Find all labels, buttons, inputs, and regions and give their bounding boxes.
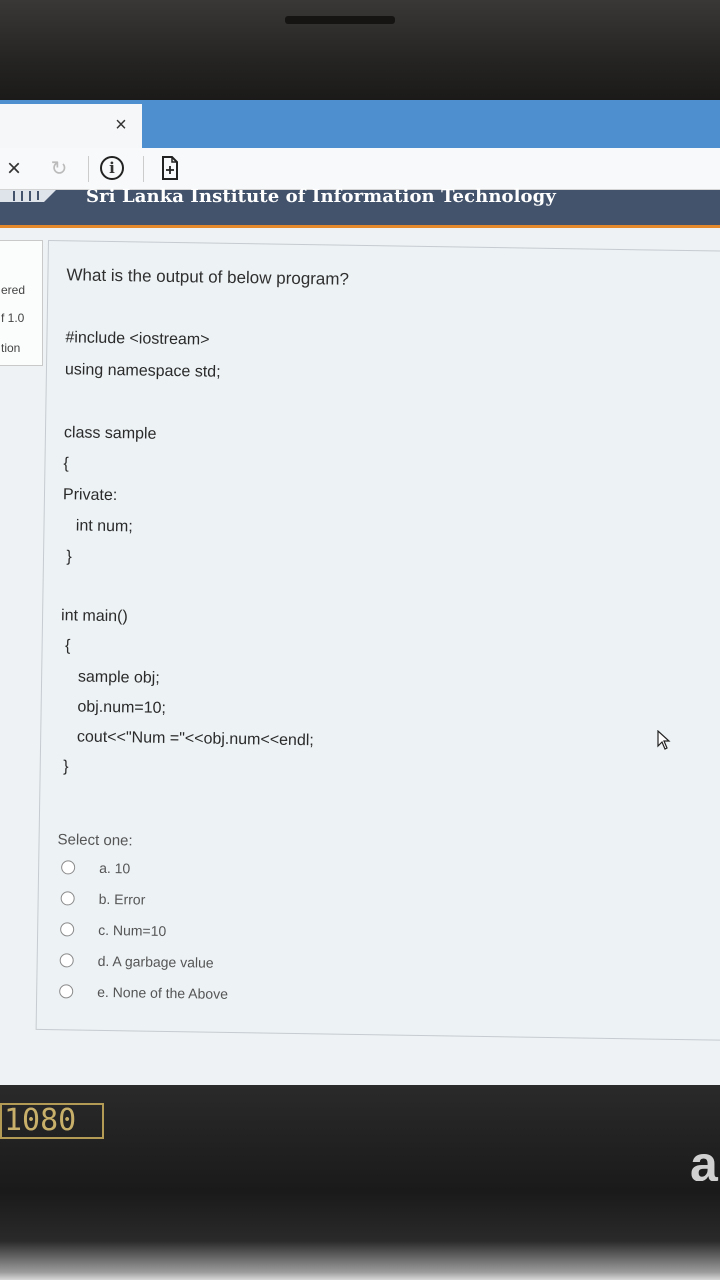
reload-icon[interactable]: ↻ — [48, 156, 70, 182]
code-line: } — [61, 548, 72, 566]
display-badge: 1080 — [0, 1103, 104, 1139]
code-line: { — [63, 455, 69, 473]
code-line: #include <iostream> — [65, 329, 210, 349]
answer-option-d[interactable]: d. A garbage value — [59, 949, 214, 973]
radio-button[interactable] — [59, 984, 74, 999]
code-line: cout<<"Num ="<<obj.num<<endl; — [59, 728, 314, 750]
side-info-status: ered — [1, 283, 26, 297]
question-prompt: What is the output of below program? — [66, 265, 350, 289]
page-add-icon — [162, 156, 178, 180]
quiz-info-panel: ered f 1.0 tion — [0, 240, 43, 366]
code-line: sample obj; — [60, 668, 160, 687]
code-line: class sample — [63, 424, 157, 443]
radio-button[interactable] — [59, 953, 74, 968]
option-label: c. Num=10 — [98, 921, 167, 939]
side-info-mark: f 1.0 — [1, 311, 25, 325]
tab-bar: × — [0, 100, 720, 148]
site-info-button[interactable]: i — [100, 156, 126, 182]
code-line: { — [60, 637, 71, 655]
institute-logo — [0, 190, 56, 202]
browser-screen: × × ↻ i Sri Lanka Institute of Informati… — [0, 100, 720, 1085]
radio-button[interactable] — [60, 922, 75, 937]
page-action-button[interactable] — [160, 156, 180, 182]
side-info-flag: tion — [1, 341, 21, 355]
camera-notch — [285, 16, 395, 24]
radio-button[interactable] — [60, 891, 75, 906]
toolbar-divider — [143, 156, 144, 182]
tab-close-icon[interactable]: × — [110, 114, 132, 136]
option-label: a. 10 — [99, 859, 131, 877]
browser-tab[interactable]: × — [0, 104, 142, 148]
laptop-bottom-bezel: 1080 a — [0, 1085, 720, 1280]
answer-option-e[interactable]: e. None of the Above — [59, 980, 228, 1005]
answer-option-b[interactable]: b. Error — [60, 887, 145, 910]
browser-toolbar: × ↻ i — [0, 148, 720, 190]
code-line: int num; — [62, 517, 133, 536]
code-line: int main() — [60, 607, 128, 626]
stop-icon[interactable]: × — [2, 156, 26, 182]
select-one-label: Select one: — [57, 831, 133, 850]
question-card: What is the output of below program? #in… — [35, 240, 720, 1041]
option-label: b. Error — [98, 890, 146, 908]
radio-button[interactable] — [61, 860, 76, 875]
site-title: Sri Lanka Institute of Information Techn… — [86, 186, 556, 207]
code-line: Private: — [62, 486, 118, 505]
code-line: obj.num=10; — [59, 698, 167, 717]
code-line: } — [58, 758, 69, 776]
laptop-top-bezel — [0, 0, 720, 100]
toolbar-divider — [88, 156, 89, 182]
code-line: using namespace std; — [64, 361, 221, 381]
site-header: Sri Lanka Institute of Information Techn… — [0, 186, 720, 228]
answer-option-c[interactable]: c. Num=10 — [60, 918, 166, 942]
info-icon: i — [100, 156, 124, 180]
answer-option-a[interactable]: a. 10 — [61, 856, 130, 879]
mouse-cursor-icon — [657, 730, 671, 750]
brand-logo: a — [690, 1147, 718, 1181]
option-label: e. None of the Above — [97, 983, 229, 1002]
option-label: d. A garbage value — [97, 952, 214, 971]
